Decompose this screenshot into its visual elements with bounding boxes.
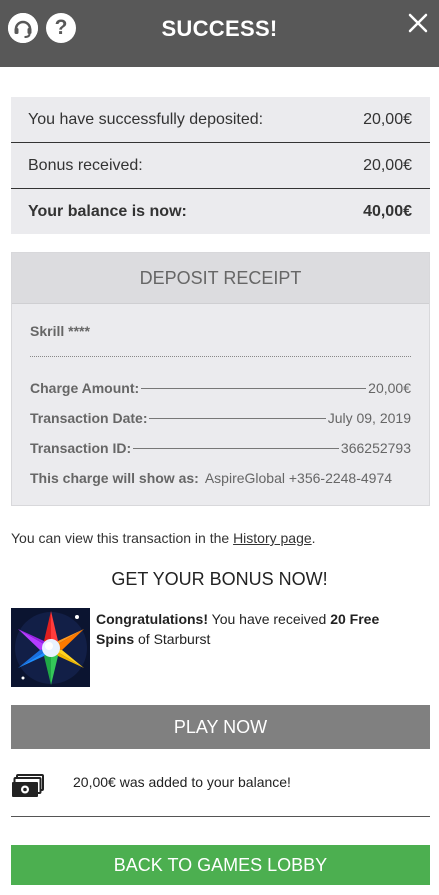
receipt-row-date: Transaction Date: July 09, 2019 [30, 403, 411, 433]
divider [11, 816, 430, 817]
leader-line [141, 387, 367, 389]
bonus-text-part: You have received [208, 611, 331, 627]
receipt-label: Transaction ID: [30, 440, 132, 456]
bonus-game-name: of Starburst [134, 631, 211, 647]
bonus-title: GET YOUR BONUS NOW! [111, 569, 328, 589]
receipt-label: Charge Amount: [30, 380, 140, 396]
money-icon [11, 774, 44, 799]
receipt-row-descriptor: This charge will show as: AspireGlobal +… [30, 463, 411, 493]
deposit-summary: You have successfully deposited: 20,00€ … [11, 97, 430, 234]
play-now-button[interactable]: PLAY NOW [11, 705, 430, 749]
starburst-game-icon[interactable] [11, 608, 90, 687]
bonus-description: Congratulations! You have received 20 Fr… [96, 609, 416, 649]
header-bar: ? SUCCESS! [0, 0, 439, 67]
receipt-title: DEPOSIT RECEIPT [12, 253, 429, 304]
summary-row-balance: Your balance is now: 40,00€ [11, 188, 430, 234]
leader-line [149, 417, 326, 419]
summary-row-deposited: You have successfully deposited: 20,00€ [11, 97, 430, 142]
receipt-label: This charge will show as: [30, 470, 199, 486]
receipt-row-id: Transaction ID: 366252793 [30, 433, 411, 463]
deposit-receipt: DEPOSIT RECEIPT Skrill **** Charge Amoun… [11, 252, 430, 506]
receipt-label: Transaction Date: [30, 410, 148, 426]
bonus-lead: Congratulations! [96, 611, 208, 627]
receipt-value: 20,00€ [368, 380, 411, 396]
balance-added-text: 20,00€ was added to your balance! [73, 774, 291, 790]
info-prefix: You can view this transaction in the [11, 530, 234, 546]
summary-value: 20,00€ [363, 111, 412, 128]
info-suffix: . [311, 530, 316, 546]
summary-value: 40,00€ [363, 203, 412, 220]
summary-label: Your balance is now: [28, 203, 187, 220]
payment-method: Skrill **** [30, 304, 411, 357]
summary-value: 20,00€ [363, 157, 412, 174]
page-title: SUCCESS! [161, 16, 278, 41]
receipt-row-charge: Charge Amount: 20,00€ [30, 373, 411, 403]
summary-label: Bonus received: [28, 157, 143, 174]
receipt-value: July 09, 2019 [327, 410, 411, 426]
leader-line [133, 447, 339, 449]
receipt-value: AspireGlobal +356-2248-4974 [204, 470, 393, 486]
back-to-games-lobby-button[interactable]: BACK TO GAMES LOBBY [11, 845, 430, 885]
history-info-text: You can view this transaction in the His… [11, 530, 316, 546]
summary-label: You have successfully deposited: [28, 111, 264, 128]
history-page-link[interactable]: History page [233, 530, 312, 546]
close-icon[interactable] [407, 12, 429, 34]
summary-row-bonus: Bonus received: 20,00€ [11, 142, 430, 188]
receipt-value: 366252793 [340, 440, 411, 456]
